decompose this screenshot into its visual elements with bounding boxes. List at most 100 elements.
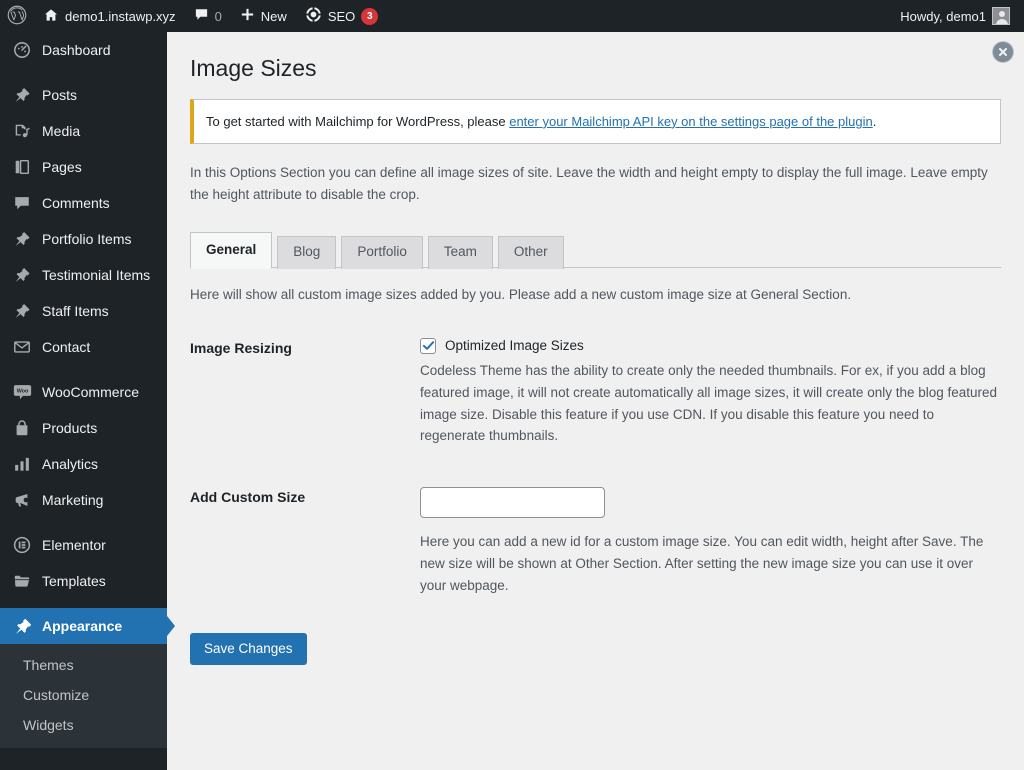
optimized-image-sizes-control[interactable]: Optimized Image Sizes <box>420 337 1001 354</box>
seo-button[interactable]: SEO 3 <box>296 0 387 32</box>
tab-description: Here will show all custom image sizes ad… <box>190 286 852 302</box>
image-resizing-row: Image Resizing Optimized Image Sizes Cod… <box>190 337 1001 447</box>
sidebar-item-pages[interactable]: Pages <box>0 149 167 185</box>
megaphone-icon <box>11 490 33 510</box>
sidebar-item-label: Comments <box>42 195 110 211</box>
checkmark-icon <box>422 341 434 351</box>
new-content-button[interactable]: New <box>231 0 296 32</box>
sidebar-item-marketing[interactable]: Marketing <box>0 482 167 518</box>
pin-icon <box>11 229 33 249</box>
products-bag-icon <box>11 418 33 438</box>
pin-icon <box>11 85 33 105</box>
my-account-button[interactable]: Howdy, demo1 <box>891 0 1024 32</box>
image-resizing-description: Codeless Theme has the ability to create… <box>420 362 998 444</box>
sidebar-item-label: Posts <box>42 87 78 103</box>
comments-count: 0 <box>214 8 222 24</box>
notice-text-after: . <box>872 113 877 129</box>
image-resizing-label: Image Resizing <box>190 339 292 356</box>
svg-text:Woo: Woo <box>16 389 28 395</box>
optimized-image-sizes-checkbox[interactable] <box>420 337 436 354</box>
comment-bubble-icon <box>11 193 33 213</box>
envelope-icon <box>11 337 33 357</box>
tab-general[interactable]: General <box>190 232 273 269</box>
sidebar-item-label: Analytics <box>42 456 99 472</box>
sidebar-item-contact[interactable]: Contact <box>0 329 167 365</box>
sidebar-item-posts[interactable]: Posts <box>0 77 167 113</box>
pin-icon <box>11 301 33 321</box>
add-custom-size-row: Add Custom Size Here you can add a new i… <box>190 487 1001 597</box>
sidebar-item-label: Dashboard <box>42 42 111 58</box>
sidebar-separator <box>0 518 167 527</box>
sidebar-menu-list: Dashboard Posts Media Pages Comments Portfoli… <box>0 32 175 644</box>
sidebar-item-media[interactable]: Media <box>0 113 167 149</box>
seo-label: SEO <box>327 8 356 24</box>
folder-icon <box>11 571 33 591</box>
sidebar-item-templates[interactable]: Templates <box>0 563 167 599</box>
paintbrush-icon <box>11 616 33 636</box>
sidebar-item-label: Marketing <box>42 492 104 508</box>
plus-icon <box>240 7 255 25</box>
tab-blog[interactable]: Blog <box>277 236 337 269</box>
sidebar-item-analytics[interactable]: Analytics <box>0 446 167 482</box>
sidebar-item-label: Portfolio Items <box>42 231 132 247</box>
sidebar-item-products[interactable]: Products <box>0 410 167 446</box>
elementor-icon <box>11 535 33 555</box>
sidebar-item-elementor[interactable]: Elementor <box>0 527 167 563</box>
sidebar-item-label: Contact <box>42 339 91 355</box>
sidebar-item-label: Appearance <box>42 618 123 634</box>
content-area: Image Sizes To get started with Mailchim… <box>167 32 1024 770</box>
admin-bar: demo1.instawp.xyz 0 New SEO 3 Howdy, dem… <box>0 0 1024 32</box>
options-section-intro: In this Options Section you can define a… <box>190 165 988 202</box>
optimized-image-sizes-label: Optimized Image Sizes <box>445 338 584 354</box>
notice-text-before: To get started with Mailchimp for WordPr… <box>206 113 510 129</box>
image-sizes-tabs: General Blog Portfolio Team Other <box>190 232 1001 269</box>
wordpress-logo-button[interactable] <box>0 0 34 32</box>
submenu-item-customize[interactable]: Customize <box>0 681 167 711</box>
home-icon <box>43 7 59 26</box>
add-custom-size-label: Add Custom Size <box>190 489 306 506</box>
site-name-label: demo1.instawp.xyz <box>65 8 176 24</box>
save-changes-button[interactable]: Save Changes <box>190 632 307 666</box>
comment-bubble-icon <box>194 7 209 25</box>
admin-sidebar-menu: Dashboard Posts Media Pages Comments Portfoli… <box>0 32 175 770</box>
avatar-icon <box>992 7 1010 25</box>
sidebar-item-woocommerce[interactable]: Woo WooCommerce <box>0 374 167 410</box>
sidebar-item-label: WooCommerce <box>42 384 139 400</box>
mailchimp-api-key-link[interactable]: enter your Mailchimp API key on the sett… <box>509 114 873 129</box>
gear-icon <box>305 6 322 26</box>
sidebar-item-label: Testimonial Items <box>42 267 151 283</box>
sidebar-item-appearance[interactable]: Appearance <box>0 608 175 644</box>
media-icon <box>11 121 33 141</box>
appearance-submenu: Themes Customize Widgets <box>0 644 167 749</box>
add-custom-size-description: Here you can add a new id for a custom i… <box>420 534 984 593</box>
wordpress-logo-icon <box>7 5 27 28</box>
pin-icon <box>11 265 33 285</box>
sidebar-item-portfolio-items[interactable]: Portfolio Items <box>0 221 167 257</box>
sidebar-item-testimonial-items[interactable]: Testimonial Items <box>0 257 167 293</box>
sidebar-item-dashboard[interactable]: Dashboard <box>0 32 167 68</box>
sidebar-item-label: Staff Items <box>42 303 109 319</box>
add-custom-size-input[interactable] <box>420 487 605 519</box>
tab-other[interactable]: Other <box>497 236 564 269</box>
submenu-item-widgets[interactable]: Widgets <box>0 711 167 741</box>
sidebar-item-label: Media <box>42 123 81 139</box>
close-circle-icon[interactable] <box>993 42 1013 62</box>
woocommerce-icon: Woo <box>11 382 33 402</box>
comments-button[interactable]: 0 <box>185 0 231 32</box>
sidebar-item-staff-items[interactable]: Staff Items <box>0 293 167 329</box>
howdy-label: Howdy, demo1 <box>900 8 986 24</box>
mailchimp-notice: To get started with Mailchimp for WordPr… <box>190 98 1001 145</box>
pages-icon <box>11 157 33 177</box>
sidebar-separator <box>0 68 167 77</box>
tab-portfolio[interactable]: Portfolio <box>341 236 423 269</box>
sidebar-item-label: Pages <box>42 159 82 175</box>
sidebar-separator <box>0 365 167 374</box>
new-content-label: New <box>260 8 287 24</box>
bar-chart-icon <box>11 454 33 474</box>
seo-badge: 3 <box>361 7 379 25</box>
site-name-button[interactable]: demo1.instawp.xyz <box>34 0 185 32</box>
dashboard-icon <box>11 40 33 60</box>
submenu-item-themes[interactable]: Themes <box>0 651 167 681</box>
tab-team[interactable]: Team <box>427 236 493 269</box>
sidebar-item-comments[interactable]: Comments <box>0 185 167 221</box>
